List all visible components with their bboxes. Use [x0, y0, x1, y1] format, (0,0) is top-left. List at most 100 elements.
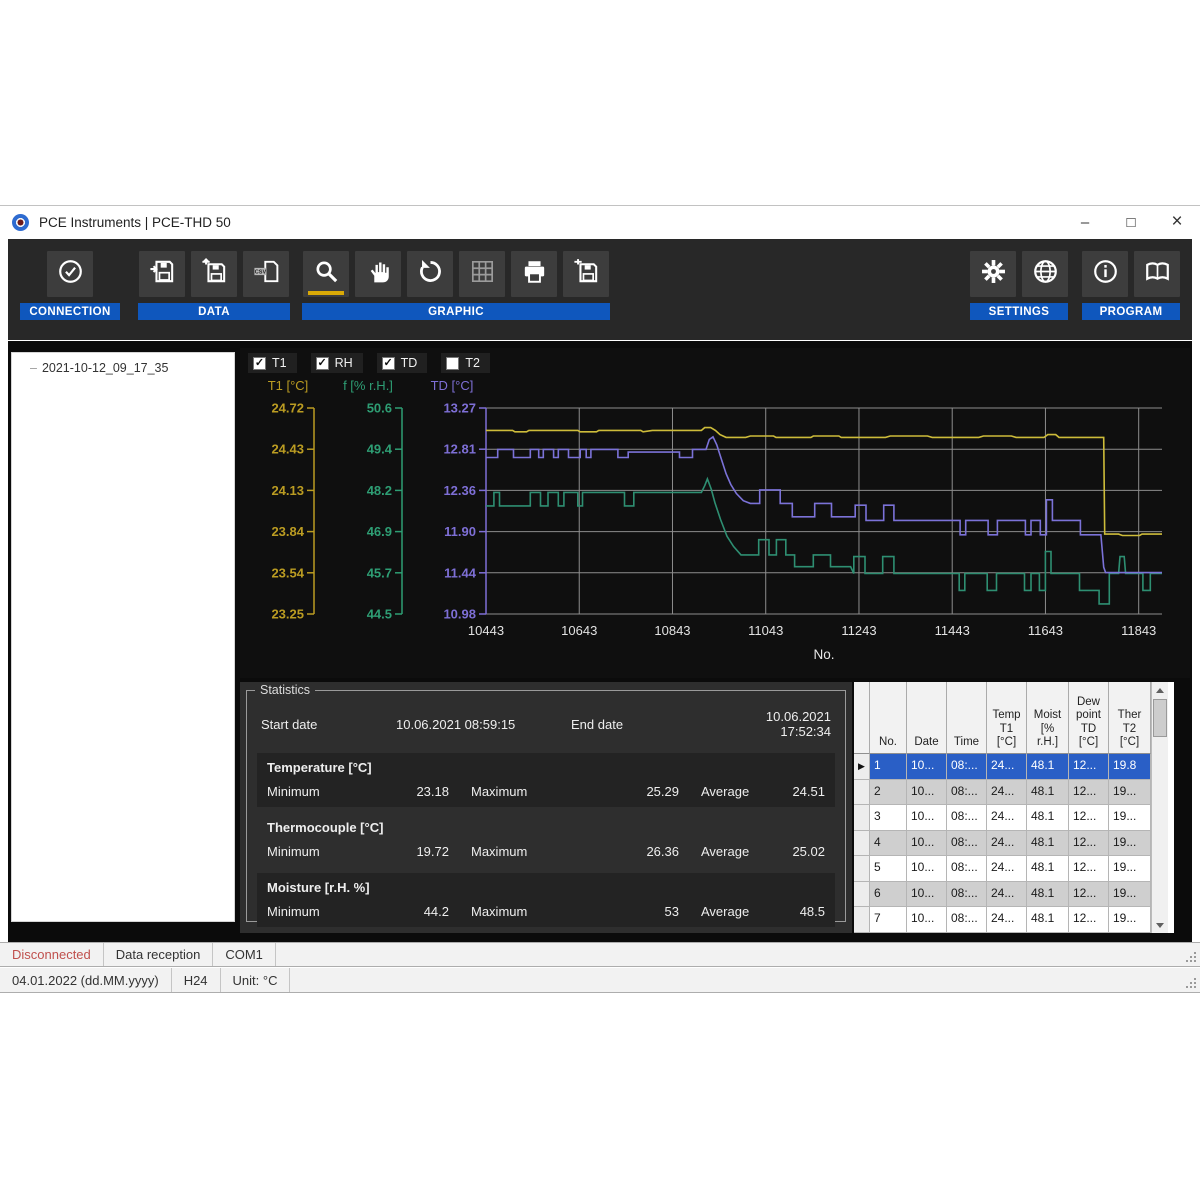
- grid-toggle-button[interactable]: [459, 251, 505, 297]
- row-selector[interactable]: ▶: [854, 754, 870, 780]
- table-cell[interactable]: 19...: [1109, 907, 1151, 933]
- row-selector[interactable]: [854, 882, 870, 908]
- table-cell[interactable]: 3: [870, 805, 907, 831]
- legend-checkbox-rh[interactable]: ✓RH: [311, 353, 363, 373]
- table-cell[interactable]: 08:...: [947, 754, 987, 780]
- column-header[interactable]: Ther T2 [°C]: [1109, 682, 1151, 754]
- toolbar-group-label: GRAPHIC: [302, 303, 610, 320]
- table-cell[interactable]: 48.1: [1027, 780, 1069, 806]
- maximize-button[interactable]: □: [1108, 206, 1154, 238]
- column-header[interactable]: Dew point TD [°C]: [1069, 682, 1109, 754]
- resize-grip[interactable]: [1194, 960, 1196, 962]
- table-cell[interactable]: 48.1: [1027, 856, 1069, 882]
- column-header[interactable]: Temp T1 [°C]: [987, 682, 1027, 754]
- table-cell[interactable]: 10...: [907, 856, 947, 882]
- resize-grip[interactable]: [1194, 986, 1196, 988]
- table-cell[interactable]: 24...: [987, 805, 1027, 831]
- table-cell[interactable]: 48.1: [1027, 882, 1069, 908]
- scrollbar-thumb[interactable]: [1153, 699, 1167, 737]
- print-button[interactable]: [511, 251, 557, 297]
- tree-item-measurement[interactable]: 2021-10-12_09_17_35: [16, 361, 230, 375]
- save-data-button[interactable]: [139, 251, 185, 297]
- reset-view-button[interactable]: [407, 251, 453, 297]
- close-button[interactable]: ×: [1154, 206, 1200, 238]
- column-header[interactable]: Date: [907, 682, 947, 754]
- avg-label: Average: [679, 904, 777, 919]
- table-cell[interactable]: 48.1: [1027, 754, 1069, 780]
- table-cell[interactable]: 08:...: [947, 907, 987, 933]
- table-cell[interactable]: 2: [870, 780, 907, 806]
- checkbox-unchecked-icon[interactable]: [446, 357, 459, 370]
- table-cell[interactable]: 24...: [987, 831, 1027, 857]
- table-cell[interactable]: 1: [870, 754, 907, 780]
- table-cell[interactable]: 08:...: [947, 831, 987, 857]
- minimize-button[interactable]: –: [1062, 206, 1108, 238]
- table-cell[interactable]: 12...: [1069, 780, 1109, 806]
- scroll-up-button[interactable]: [1152, 682, 1168, 698]
- checkbox-checked-icon[interactable]: ✓: [253, 357, 266, 370]
- load-data-button[interactable]: [191, 251, 237, 297]
- table-cell[interactable]: 19.8: [1109, 754, 1151, 780]
- table-cell[interactable]: 10...: [907, 907, 947, 933]
- table-cell[interactable]: 08:...: [947, 856, 987, 882]
- table-cell[interactable]: 19...: [1109, 882, 1151, 908]
- table-cell[interactable]: 08:...: [947, 780, 987, 806]
- row-selector[interactable]: [854, 856, 870, 882]
- table-cell[interactable]: 12...: [1069, 882, 1109, 908]
- table-cell[interactable]: 12...: [1069, 805, 1109, 831]
- table-cell[interactable]: 12...: [1069, 907, 1109, 933]
- table-cell[interactable]: 19...: [1109, 780, 1151, 806]
- scroll-down-button[interactable]: [1152, 917, 1168, 933]
- table-cell[interactable]: 24...: [987, 780, 1027, 806]
- table-cell[interactable]: 4: [870, 831, 907, 857]
- table-cell[interactable]: 7: [870, 907, 907, 933]
- table-cell[interactable]: 10...: [907, 754, 947, 780]
- table-cell[interactable]: 10...: [907, 831, 947, 857]
- pan-tool-button[interactable]: [355, 251, 401, 297]
- table-cell[interactable]: 48.1: [1027, 805, 1069, 831]
- info-button[interactable]: [1082, 251, 1128, 297]
- row-selector[interactable]: [854, 907, 870, 933]
- legend-checkbox-t1[interactable]: ✓T1: [248, 353, 297, 373]
- table-scrollbar[interactable]: [1151, 682, 1168, 933]
- table-cell[interactable]: 19...: [1109, 831, 1151, 857]
- column-header[interactable]: No.: [870, 682, 907, 754]
- table-cell[interactable]: 24...: [987, 754, 1027, 780]
- temperature-min: 23.18: [377, 784, 449, 799]
- table-cell[interactable]: 10...: [907, 882, 947, 908]
- table-cell[interactable]: 08:...: [947, 805, 987, 831]
- table-cell[interactable]: 24...: [987, 882, 1027, 908]
- table-cell[interactable]: 24...: [987, 856, 1027, 882]
- table-cell[interactable]: 6: [870, 882, 907, 908]
- legend-checkbox-td[interactable]: ✓TD: [377, 353, 428, 373]
- manual-button[interactable]: [1134, 251, 1180, 297]
- table-cell[interactable]: 48.1: [1027, 831, 1069, 857]
- table-cell[interactable]: 5: [870, 856, 907, 882]
- table-cell[interactable]: 48.1: [1027, 907, 1069, 933]
- checkbox-checked-icon[interactable]: ✓: [316, 357, 329, 370]
- measurement-chart[interactable]: T1 [°C]24.7224.4324.1323.8423.5423.25f […: [240, 374, 1190, 672]
- table-cell[interactable]: 10...: [907, 780, 947, 806]
- table-cell[interactable]: 08:...: [947, 882, 987, 908]
- table-cell[interactable]: 12...: [1069, 856, 1109, 882]
- column-header[interactable]: Time: [947, 682, 987, 754]
- export-graphic-button[interactable]: [563, 251, 609, 297]
- zoom-tool-button[interactable]: [303, 251, 349, 297]
- table-cell[interactable]: 12...: [1069, 831, 1109, 857]
- row-selector[interactable]: [854, 831, 870, 857]
- checkbox-checked-icon[interactable]: ✓: [382, 357, 395, 370]
- csv-export-button[interactable]: CSV: [243, 251, 289, 297]
- table-cell[interactable]: 12...: [1069, 754, 1109, 780]
- table-cell[interactable]: 19...: [1109, 856, 1151, 882]
- table-cell[interactable]: 10...: [907, 805, 947, 831]
- column-header[interactable]: Moist [% r.H.]: [1027, 682, 1069, 754]
- settings-button[interactable]: [970, 251, 1016, 297]
- row-selector[interactable]: [854, 805, 870, 831]
- language-button[interactable]: [1022, 251, 1068, 297]
- axis-tick-label: 24.13: [271, 483, 304, 498]
- table-cell[interactable]: 19...: [1109, 805, 1151, 831]
- row-selector[interactable]: [854, 780, 870, 806]
- table-cell[interactable]: 24...: [987, 907, 1027, 933]
- connect-button[interactable]: [47, 251, 93, 297]
- legend-checkbox-t2[interactable]: T2: [441, 353, 490, 373]
